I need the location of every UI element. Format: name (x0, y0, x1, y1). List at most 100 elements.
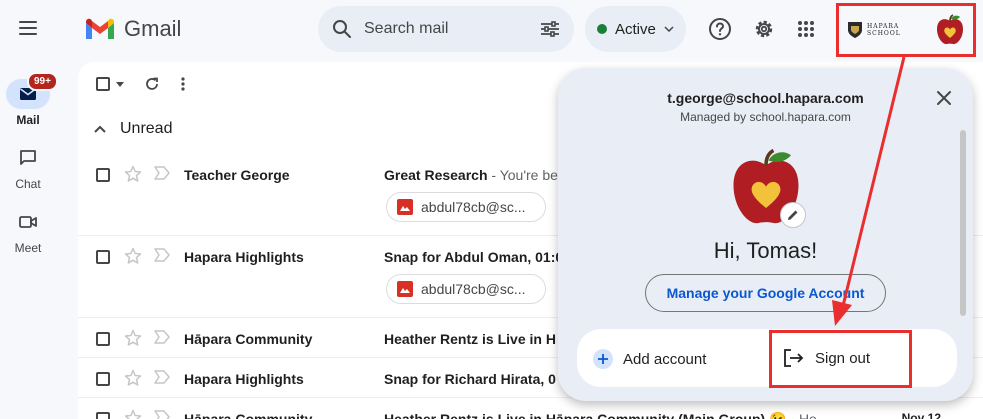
sign-out-label: Sign out (815, 349, 871, 367)
status-selector[interactable]: Active (585, 6, 686, 52)
attachment-name: abdul78cb@sc... (421, 281, 526, 297)
sender-name: Hāpara Community (184, 411, 313, 419)
unread-count-badge: 99+ (27, 72, 58, 91)
settings-button[interactable] (750, 15, 778, 43)
email-subject: Snap for Abdul Oman, 01:0 (384, 249, 563, 265)
sender-name: Hapara Highlights (184, 249, 304, 265)
star-icon[interactable] (124, 409, 142, 419)
main-menu-button[interactable] (14, 14, 42, 42)
sender-name: Teacher George (184, 167, 290, 183)
school-name: HAPARA SCHOOL (867, 23, 901, 37)
rail-item-meet[interactable]: Meet (0, 207, 56, 255)
subject-text: Snap for Abdul Oman, 01:0 (384, 249, 564, 265)
school-name-line-1: HAPARA (867, 23, 900, 30)
gmail-logo[interactable]: Gmail (84, 16, 181, 42)
account-avatar-button[interactable] (935, 14, 965, 46)
image-attachment-icon (397, 199, 413, 215)
apps-button[interactable] (792, 15, 820, 43)
school-crest-icon (848, 22, 862, 38)
manage-account-button[interactable]: Manage your Google Account (645, 274, 886, 312)
gear-icon (755, 20, 773, 38)
importance-marker-icon[interactable] (154, 330, 170, 344)
sign-out-button[interactable]: Sign out (783, 348, 870, 368)
rail-item-label: Meet (14, 241, 42, 255)
email-row[interactable]: Hāpara Community Heather Rentz is Live i… (78, 398, 983, 419)
apple-avatar-icon (937, 14, 963, 45)
school-name-line-2: SCHOOL (867, 30, 901, 37)
add-account-button[interactable]: Add account (593, 349, 706, 369)
edit-avatar-button[interactable] (780, 202, 806, 228)
gmail-m-icon (86, 18, 114, 39)
row-checkbox[interactable] (96, 250, 110, 264)
chat-icon (20, 150, 36, 165)
status-label: Active (615, 20, 656, 38)
close-popup-button[interactable] (932, 86, 956, 110)
snippet-text: - He (786, 411, 817, 419)
search-icon (333, 20, 351, 38)
row-checkbox[interactable] (96, 168, 110, 182)
importance-marker-icon[interactable] (154, 410, 170, 419)
subject-text: Heather Rentz is Live in Hāpara Communit… (384, 411, 787, 419)
managed-by-text: Managed by school.hapara.com (680, 110, 851, 124)
help-button[interactable] (706, 15, 734, 43)
star-icon[interactable] (124, 329, 142, 347)
row-checkbox[interactable] (96, 372, 110, 386)
rail-item-label: Mail (16, 113, 40, 127)
inbox-toolbar (96, 76, 186, 92)
select-all-control[interactable] (96, 77, 124, 91)
logout-icon (784, 349, 804, 367)
popup-scrollbar[interactable] (960, 130, 966, 316)
pencil-icon (788, 210, 798, 220)
importance-marker-icon[interactable] (154, 248, 170, 262)
chevron-up-icon (94, 125, 106, 133)
search-input[interactable]: Search mail (364, 20, 540, 38)
nav-rail: 99+ Mail Chat Meet (0, 0, 62, 419)
account-switcher-highlight: HAPARA SCHOOL (836, 3, 976, 57)
row-checkbox[interactable] (96, 412, 110, 419)
unread-section-header[interactable]: Unread (94, 120, 172, 138)
close-icon (937, 91, 951, 105)
refresh-icon[interactable] (144, 76, 160, 92)
help-icon (709, 18, 731, 40)
attachment-name: abdul78cb@sc... (421, 199, 526, 215)
subject-text: Great Research (384, 167, 488, 183)
snippet-text: - You're be (487, 167, 558, 183)
attachment-chip[interactable]: abdul78cb@sc... (386, 192, 546, 222)
search-options-icon[interactable] (540, 20, 560, 38)
select-all-checkbox[interactable] (96, 77, 110, 91)
caret-down-icon[interactable] (116, 81, 124, 87)
attachment-chip[interactable]: abdul78cb@sc... (386, 274, 546, 304)
star-icon[interactable] (124, 369, 142, 387)
row-checkbox[interactable] (96, 332, 110, 346)
apps-grid-icon (798, 21, 814, 37)
rail-item-mail[interactable]: 99+ Mail (0, 72, 58, 127)
email-subject: Heather Rentz is Live in Hāpara Communit… (384, 411, 817, 419)
status-dot (597, 24, 607, 34)
sender-name: Hapara Highlights (184, 371, 304, 387)
section-label: Unread (120, 120, 173, 137)
rail-item-label: Chat (15, 177, 41, 191)
school-logo: HAPARA SCHOOL (847, 21, 901, 39)
image-attachment-icon (397, 281, 413, 297)
importance-marker-icon[interactable] (154, 370, 170, 384)
subject-text: Heather Rentz is Live in H (384, 331, 556, 347)
account-email: t.george@school.hapara.com (667, 90, 864, 106)
email-subject: Snap for Richard Hirata, 0 (384, 371, 556, 387)
plus-icon (593, 349, 613, 369)
video-icon (19, 216, 37, 228)
more-vert-icon[interactable] (180, 76, 186, 92)
add-account-label: Add account (623, 350, 707, 368)
email-subject: Great Research - You're be (384, 167, 558, 183)
chevron-down-icon (664, 26, 674, 32)
subject-text: Snap for Richard Hirata, 0 (384, 371, 556, 387)
rail-item-chat[interactable]: Chat (0, 143, 56, 191)
app-name: Gmail (124, 16, 182, 41)
email-date: Nov 12 (901, 411, 941, 419)
star-icon[interactable] (124, 165, 142, 183)
sender-name: Hāpara Community (184, 331, 313, 347)
star-icon[interactable] (124, 247, 142, 265)
search-bar[interactable]: Search mail (318, 6, 574, 52)
greeting: Hi, Tomas! (713, 238, 818, 263)
email-subject: Heather Rentz is Live in H (384, 331, 556, 347)
importance-marker-icon[interactable] (154, 166, 170, 180)
